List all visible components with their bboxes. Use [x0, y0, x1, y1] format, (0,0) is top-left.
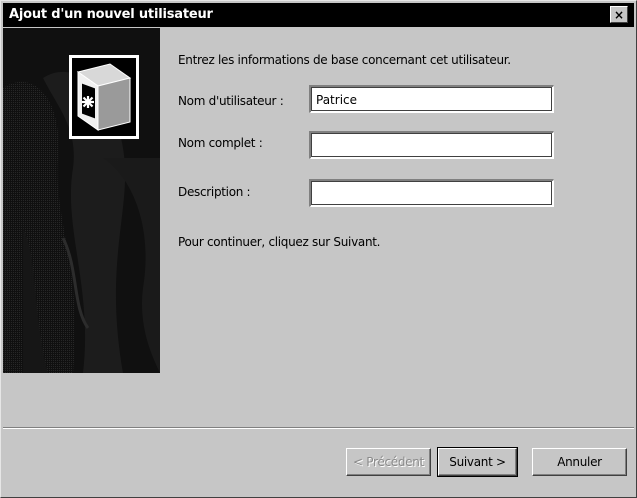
continue-hint: Pour continuer, cliquez sur Suivant.: [178, 235, 381, 249]
wizard-logo: [69, 55, 139, 139]
cancel-button[interactable]: Annuler: [532, 448, 627, 476]
fullname-label: Nom complet :: [178, 136, 263, 150]
description-label: Description :: [178, 185, 251, 199]
fullname-input[interactable]: [309, 131, 554, 159]
username-input[interactable]: [309, 85, 554, 113]
wizard-banner-panel: [3, 28, 160, 373]
window-title: Ajout d'un nouvel utilisateur: [9, 7, 213, 22]
close-button[interactable]: ×: [610, 6, 628, 23]
previous-button[interactable]: < Précédent: [346, 448, 431, 476]
wizard-content: Entrez les informations de base concerna…: [161, 28, 636, 373]
button-separator: [3, 427, 634, 429]
username-label: Nom d'utilisateur :: [178, 94, 284, 108]
description-input[interactable]: [309, 179, 554, 207]
user-account-icon: [76, 63, 132, 131]
close-icon: ×: [613, 7, 625, 22]
title-bar: Ajout d'un nouvel utilisateur ×: [3, 3, 634, 27]
intro-text: Entrez les informations de base concerna…: [178, 53, 511, 67]
next-button[interactable]: Suivant >: [437, 447, 518, 477]
dialog-window: Ajout d'un nouvel utilisateur × Entrez l…: [0, 0, 637, 498]
